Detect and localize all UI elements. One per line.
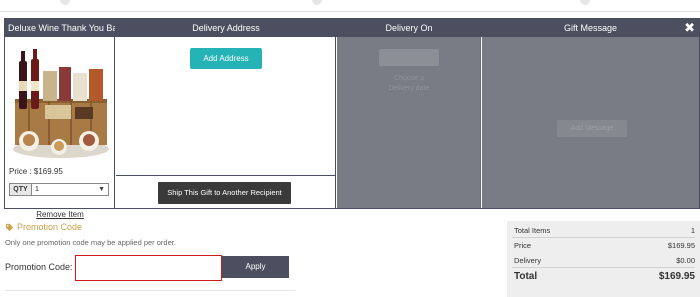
- add-address-button[interactable]: Add Address: [190, 48, 262, 69]
- delivery-label: Delivery: [514, 256, 542, 265]
- price-label: Price: [514, 241, 532, 250]
- header-delivery-address: Delivery Address: [192, 23, 260, 33]
- product-price: Price : $169.95: [9, 167, 63, 176]
- step-dot: [60, 0, 70, 5]
- delivery-value: $0.00: [676, 256, 695, 265]
- choose-date-line-2: Delivery date: [388, 85, 430, 92]
- quantity-value[interactable]: 1 ▼: [32, 184, 108, 195]
- price-value: $169.95: [667, 241, 695, 250]
- close-icon[interactable]: ✖: [684, 19, 695, 37]
- summary-row-price: Price $169.95: [514, 241, 695, 250]
- summary-divider: [512, 237, 695, 238]
- promotion-code-input[interactable]: [75, 255, 222, 281]
- quantity-label: QTY: [10, 184, 32, 195]
- delivery-address-cell: Add Address Ship This Gift to Another Re…: [116, 37, 336, 208]
- total-items-value: 1: [690, 226, 695, 235]
- promotion-note: Only one promotion code may be applied p…: [5, 238, 176, 247]
- address-divider: [116, 175, 336, 176]
- promotion-divider: [5, 290, 295, 291]
- order-summary: Total Items 1 Price $169.95 Delivery $0.…: [507, 221, 700, 297]
- gift-message-cell: Add Message: [482, 37, 699, 208]
- choose-date-button: [379, 49, 439, 66]
- remove-item-link[interactable]: Remove Item: [5, 210, 115, 219]
- apply-button[interactable]: Apply: [222, 256, 289, 278]
- summary-row-total: Total $169.95: [514, 271, 695, 282]
- header-product: Deluxe Wine Thank You Baske: [8, 23, 115, 33]
- promotion-code-title: Promotion Code: [5, 222, 82, 232]
- product-cell: Price : $169.95 QTY 1 ▼ Remove Item: [5, 37, 115, 219]
- cart-table: Deluxe Wine Thank You Baske Delivery Add…: [4, 18, 700, 219]
- choose-date-line-1: Choose a: [394, 75, 424, 82]
- promotion-code-label: Promotion Code:: [5, 262, 73, 272]
- total-items-label: Total Items: [514, 226, 551, 235]
- total-label: Total: [514, 271, 538, 282]
- summary-divider: [512, 267, 695, 268]
- step-dot: [580, 0, 590, 5]
- table-header: Deluxe Wine Thank You Baske Delivery Add…: [5, 19, 699, 37]
- delivery-on-cell: Choose a Delivery date: [337, 37, 481, 208]
- add-message-button: Add Message: [557, 120, 627, 137]
- summary-row-total-items: Total Items 1: [514, 226, 695, 235]
- promotion-title-text: Promotion Code: [17, 222, 83, 232]
- quantity-select[interactable]: QTY 1 ▼: [9, 183, 109, 196]
- header-delivery-on: Delivery On: [385, 23, 433, 33]
- product-image: [9, 41, 112, 161]
- choose-delivery-date-text: Choose a Delivery date: [337, 74, 481, 94]
- summary-row-delivery: Delivery $0.00: [514, 256, 695, 265]
- header-gift-message: Gift Message: [563, 23, 618, 33]
- progress-steps-line: [0, 0, 700, 12]
- chevron-down-icon: ▼: [98, 186, 105, 193]
- step-dot: [312, 0, 322, 5]
- quantity-value-text: 1: [35, 186, 39, 193]
- total-value: $169.95: [658, 271, 695, 282]
- tag-icon: [5, 223, 14, 231]
- ship-to-another-recipient-button[interactable]: Ship This Gift to Another Recipient: [158, 182, 291, 204]
